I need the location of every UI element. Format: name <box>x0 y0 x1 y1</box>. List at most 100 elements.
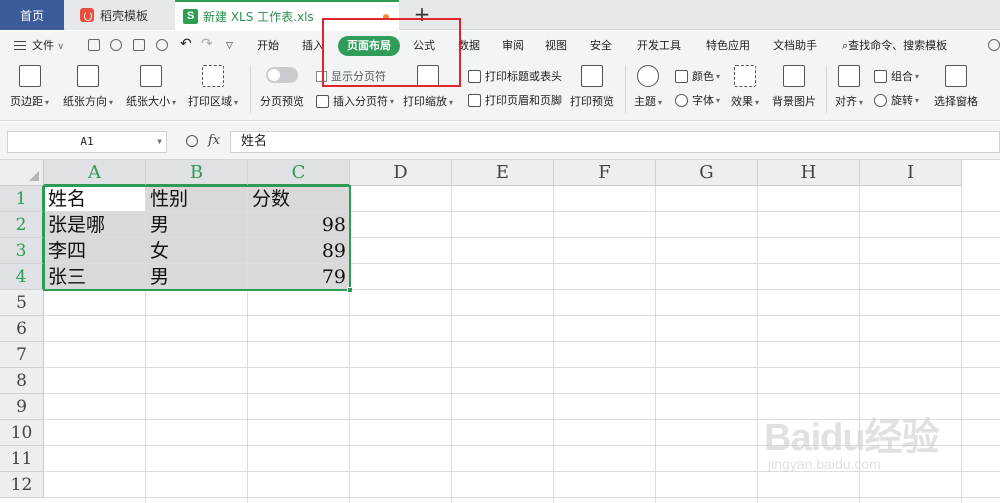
menu-tab-start[interactable]: 开始 <box>257 36 279 56</box>
row-header-8[interactable]: 8 <box>0 368 44 394</box>
column-header-e[interactable]: E <box>452 160 554 186</box>
column-header-a[interactable]: A <box>44 160 146 186</box>
group-button[interactable]: 组合 ▾ <box>874 68 919 84</box>
fonts-icon <box>675 93 688 107</box>
rotate-icon <box>874 93 887 107</box>
column-header-i[interactable]: I <box>860 160 962 186</box>
header-footer-icon <box>468 93 481 107</box>
row-header-7[interactable]: 7 <box>0 342 44 368</box>
redo-icon[interactable]: ↷ <box>201 34 213 54</box>
theme-label: 主题 ▾ <box>634 95 663 108</box>
menu-tab-data[interactable]: 数据 <box>458 36 480 56</box>
toggle-switch-icon <box>266 67 298 83</box>
command-search-label: 查找命令、搜索模板 <box>848 39 948 52</box>
selection-pane-icon <box>945 65 967 87</box>
colors-icon <box>675 69 688 83</box>
header-footer-button[interactable]: 打印页眉和页脚 <box>468 92 562 108</box>
align-button[interactable]: 对齐 ▾ <box>835 65 863 109</box>
formula-input[interactable]: 姓名 <box>230 131 1000 153</box>
paper-size-icon <box>140 65 162 87</box>
row-header-4[interactable]: 4 <box>0 264 44 290</box>
menu-tab-developer[interactable]: 开发工具 <box>637 36 681 56</box>
name-box-value: A1 <box>80 135 94 148</box>
hamburger-icon[interactable] <box>14 41 26 50</box>
tab-template[interactable]: 稻壳模板 <box>66 0 174 30</box>
column-header-h[interactable]: H <box>758 160 860 186</box>
column-header-c[interactable]: C <box>248 160 350 186</box>
group-icon <box>874 69 887 83</box>
preview-icon[interactable] <box>156 39 168 51</box>
paper-size-button[interactable]: 纸张大小 ▾ <box>126 65 176 109</box>
effects-button[interactable]: 效果 ▾ <box>731 65 759 109</box>
row-header-9[interactable]: 9 <box>0 394 44 420</box>
print-preview-label: 打印预览 <box>570 95 614 108</box>
grid-row-line <box>44 367 1000 368</box>
row-header-3[interactable]: 3 <box>0 238 44 264</box>
cloud-icon[interactable] <box>988 39 1000 51</box>
background-image-label: 背景图片 <box>772 95 816 108</box>
print-titles-label: 打印标题或表头 <box>485 70 562 83</box>
page-break-preview-toggle[interactable] <box>266 67 298 83</box>
menu-tab-review[interactable]: 审阅 <box>502 36 524 56</box>
menu-tab-features[interactable]: 特色应用 <box>706 36 750 56</box>
colors-button[interactable]: 颜色 ▾ <box>675 68 720 84</box>
annotation-highlight-box <box>322 18 461 87</box>
align-label: 对齐 ▾ <box>835 95 864 108</box>
insert-page-break-button[interactable]: 插入分页符 ▾ <box>316 93 394 109</box>
margins-button[interactable]: 页边距 ▾ <box>10 65 49 109</box>
chevron-down-icon: ▼ <box>157 137 162 146</box>
more-quick-icon[interactable]: ▽ <box>226 36 233 56</box>
save-icon[interactable] <box>88 39 100 51</box>
menu-bar: 文件 ∨ ↶ ↷ ▽ 开始 插入 页面布局 公式 数据 审阅 视图 安全 开发工… <box>0 31 1000 59</box>
file-menu[interactable]: 文件 ∨ <box>32 36 64 56</box>
row-header-2[interactable]: 2 <box>0 212 44 238</box>
command-search[interactable]: ⌕查找命令、搜索模板 <box>842 36 947 56</box>
print-area-button[interactable]: 打印区域 ▾ <box>188 65 238 109</box>
print-icon[interactable] <box>133 39 145 51</box>
row-header-11[interactable]: 11 <box>0 446 44 472</box>
effects-icon <box>734 65 756 87</box>
background-image-button[interactable]: 背景图片 <box>772 65 816 109</box>
fx-icon[interactable]: fx <box>208 133 220 148</box>
formula-bar: A1 ▼ fx 姓名 <box>0 122 1000 160</box>
name-box[interactable]: A1 ▼ <box>7 131 167 153</box>
print-titles-icon <box>468 69 481 83</box>
fill-handle[interactable] <box>347 287 353 293</box>
fonts-button[interactable]: 字体 ▾ <box>675 92 720 108</box>
row-header-1[interactable]: 1 <box>0 186 44 212</box>
insert-page-break-label: 插入分页符 <box>333 95 388 108</box>
print-titles-button[interactable]: 打印标题或表头 <box>468 68 562 84</box>
selection-pane-button[interactable]: 选择窗格 <box>934 65 978 109</box>
column-header-d[interactable]: D <box>350 160 452 186</box>
zoom-icon[interactable] <box>186 135 198 147</box>
selection-border <box>43 185 351 291</box>
row-header-6[interactable]: 6 <box>0 316 44 342</box>
docer-logo-icon <box>80 8 94 22</box>
orientation-button[interactable]: 纸张方向 ▾ <box>63 65 113 109</box>
menu-tab-view[interactable]: 视图 <box>545 36 567 56</box>
column-header-b[interactable]: B <box>146 160 248 186</box>
fonts-label: 字体 <box>692 94 714 107</box>
effects-label: 效果 ▾ <box>731 95 760 108</box>
undo-icon[interactable]: ↶ <box>180 34 192 54</box>
print-preview-button[interactable]: 打印预览 <box>570 65 614 109</box>
grid-row-line <box>44 341 1000 342</box>
rotate-button[interactable]: 旋转 ▾ <box>874 92 919 108</box>
menu-tab-security[interactable]: 安全 <box>590 36 612 56</box>
grid-column-line <box>757 186 758 503</box>
page-break-preview-label: 分页预览 <box>260 95 304 108</box>
print-area-label: 打印区域 ▾ <box>188 95 239 108</box>
menu-tab-insert[interactable]: 插入 <box>302 36 324 56</box>
column-header-g[interactable]: G <box>656 160 758 186</box>
row-header-10[interactable]: 10 <box>0 420 44 446</box>
page-break-icon <box>316 94 329 108</box>
row-header-5[interactable]: 5 <box>0 290 44 316</box>
theme-button[interactable]: 主题 ▾ <box>634 65 662 109</box>
column-header-f[interactable]: F <box>554 160 656 186</box>
format-painter-icon[interactable] <box>110 39 122 51</box>
select-all-corner[interactable] <box>0 160 44 186</box>
grid-column-line <box>655 186 656 503</box>
row-header-12[interactable]: 12 <box>0 472 44 498</box>
menu-tab-doc-assistant[interactable]: 文档助手 <box>773 36 817 56</box>
tab-home[interactable]: 首页 <box>0 0 64 30</box>
